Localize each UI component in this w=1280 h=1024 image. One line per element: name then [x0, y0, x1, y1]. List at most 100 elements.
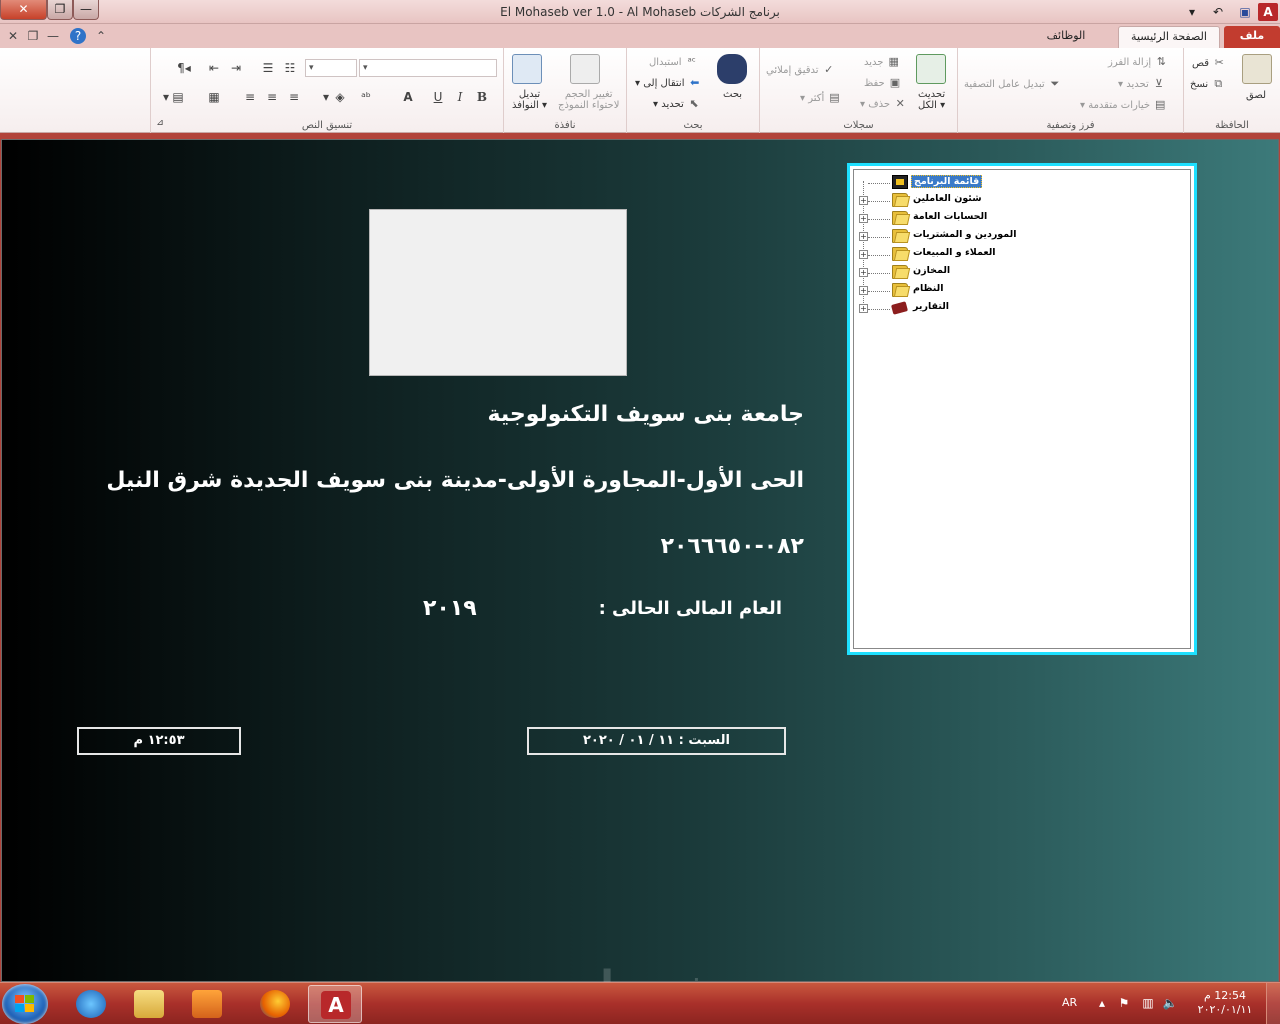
- bullet-list-icon[interactable]: ☷: [281, 59, 299, 77]
- restore-db-icon[interactable]: ❐: [24, 28, 42, 44]
- ribbon-collapse-icon[interactable]: ⌃: [92, 28, 110, 44]
- system-clock[interactable]: 12:54 م ٢٠٢٠/٠١/١١: [1195, 989, 1255, 1017]
- alternate-row-icon[interactable]: ▤: [169, 88, 187, 106]
- tree-item[interactable]: + العملاء و المبيعات: [854, 246, 1184, 264]
- tree-item[interactable]: + المخازن: [854, 264, 1184, 282]
- refresh-all-button[interactable]: تحديث الكل ▾: [918, 89, 945, 111]
- access-app-icon[interactable]: A: [1258, 3, 1278, 21]
- help-icon[interactable]: ?: [70, 28, 86, 44]
- network-icon[interactable]: ▥: [1140, 995, 1156, 1011]
- navigation-tree[interactable]: قائمة البرنامج + شئون العاملين + الحسابات ال…: [853, 169, 1191, 649]
- main-form: قائمة البرنامج + شئون العاملين + الحسابات ال…: [1, 139, 1279, 982]
- taskbar-firefox[interactable]: [248, 985, 302, 1023]
- delete-record-button[interactable]: ▾ حذف ✕: [860, 97, 907, 111]
- tree-connector: [868, 201, 890, 202]
- group-label: بحث: [683, 120, 703, 131]
- font-name-combo[interactable]: ▾: [359, 59, 497, 77]
- bold-icon[interactable]: B: [473, 88, 491, 106]
- show-desktop-button[interactable]: [1266, 983, 1280, 1024]
- save-icon[interactable]: ▣: [1236, 3, 1254, 21]
- increase-indent-icon[interactable]: ⇥: [227, 59, 245, 77]
- access-icon: A: [321, 991, 351, 1019]
- selection-filter-icon: ⊻: [1154, 77, 1163, 90]
- switch-windows-button[interactable]: تبديل النوافذ ▾: [512, 89, 547, 111]
- tree-item[interactable]: + النظام: [854, 282, 1184, 300]
- expand-icon[interactable]: +: [859, 232, 868, 241]
- new-record-icon: ▦: [888, 55, 899, 68]
- action-center-icon[interactable]: ⚑: [1116, 995, 1132, 1011]
- new-record-button[interactable]: جديد ▦: [864, 55, 901, 69]
- highlight-icon[interactable]: ᵃᵇ: [357, 88, 375, 106]
- tray-expand-icon[interactable]: ▴: [1094, 995, 1110, 1011]
- tree-item-label: المخازن: [913, 265, 951, 276]
- internet-explorer-icon: [76, 990, 106, 1018]
- app-icon: [892, 175, 908, 189]
- numbered-list-icon[interactable]: ☰: [259, 59, 277, 77]
- tree-item-label: التقارير: [913, 301, 950, 312]
- minimize-db-icon[interactable]: —: [44, 28, 62, 44]
- goto-button[interactable]: ▾ انتقال إلى ⬅: [635, 76, 702, 90]
- taskbar-explorer[interactable]: [122, 985, 176, 1023]
- volume-icon[interactable]: 🔈: [1162, 995, 1178, 1011]
- clock-date: ٢٠٢٠/٠١/١١: [1197, 1003, 1253, 1016]
- font-size-combo[interactable]: ▾: [305, 59, 357, 77]
- expand-icon[interactable]: +: [859, 250, 868, 259]
- copy-button[interactable]: نسخ ⧉: [1190, 77, 1225, 91]
- delete-icon: ✕: [895, 97, 905, 110]
- expand-icon[interactable]: +: [859, 214, 868, 223]
- paint-bucket-icon[interactable]: ◈: [331, 88, 349, 106]
- close-db-icon[interactable]: ✕: [4, 28, 22, 44]
- taskbar-ie[interactable]: [64, 985, 118, 1023]
- gridlines-icon[interactable]: ▦: [205, 88, 223, 106]
- tree-item[interactable]: + الحسابات العامة: [854, 210, 1184, 228]
- tab-home[interactable]: الصفحة الرئيسية: [1118, 26, 1220, 48]
- logo-image-placeholder: [369, 209, 627, 376]
- size-to-fit-button[interactable]: تغيير الحجم لاحتواء النموذج: [558, 89, 619, 111]
- decrease-indent-icon[interactable]: ⇤: [205, 59, 223, 77]
- undo-icon[interactable]: ↶: [1209, 3, 1227, 21]
- tree-connector: [868, 237, 890, 238]
- cut-button[interactable]: قص ✂: [1192, 56, 1226, 70]
- align-left-icon[interactable]: ≡: [285, 88, 303, 106]
- italic-icon[interactable]: I: [451, 88, 469, 106]
- remove-sort-button[interactable]: إزالة الفرز ⇅: [1108, 55, 1168, 69]
- align-center-icon[interactable]: ≡: [263, 88, 281, 106]
- expand-icon[interactable]: +: [859, 196, 868, 205]
- font-color-icon[interactable]: A: [399, 88, 417, 106]
- rtl-icon[interactable]: ¶◂: [175, 59, 193, 77]
- underline-icon[interactable]: U: [429, 88, 447, 106]
- align-right-icon[interactable]: ≡: [241, 88, 259, 106]
- remove-sort-icon: ⇅: [1156, 55, 1166, 68]
- title-bar: ✕ ❐ — El Mohaseb ver 1.0 - Al Mohaseb بر…: [0, 0, 1280, 24]
- language-indicator[interactable]: AR: [1062, 996, 1077, 1009]
- tab-addins[interactable]: الوظائف الإضافية: [1018, 26, 1114, 62]
- replace-button[interactable]: استبدال ᵃᶜ: [649, 55, 699, 69]
- expand-icon[interactable]: +: [859, 268, 868, 277]
- qat-customize-icon[interactable]: ▾: [1183, 3, 1201, 21]
- tree-item[interactable]: قائمة البرنامج: [854, 174, 1184, 192]
- taskbar-access[interactable]: A: [308, 985, 362, 1023]
- advanced-button[interactable]: ▾ خيارات متقدمة ▤: [1080, 98, 1167, 112]
- group-find: بحث استبدال ᵃᶜ ▾ انتقال إلى ⬅ ▾ تحديد ⬉ …: [626, 48, 759, 133]
- toggle-filter-button[interactable]: تبديل عامل التصفية ⏷: [964, 77, 1062, 91]
- advanced-filter-icon: ▤: [1155, 98, 1166, 111]
- paste-button[interactable]: لصق: [1246, 90, 1266, 101]
- tab-file[interactable]: ملف: [1224, 26, 1280, 48]
- expand-icon[interactable]: +: [859, 286, 868, 295]
- find-button[interactable]: بحث: [723, 89, 742, 100]
- start-button[interactable]: [2, 984, 48, 1024]
- select-button[interactable]: ▾ تحديد ⬉: [653, 97, 701, 111]
- save-record-button[interactable]: حفظ ▣: [864, 76, 902, 90]
- more-button[interactable]: ▾ أكثر ▤: [800, 91, 841, 105]
- tree-item[interactable]: + التقارير: [854, 300, 1184, 318]
- refresh-all-icon: [916, 54, 946, 84]
- selection-button[interactable]: ▾ تحديد ⊻: [1118, 77, 1166, 91]
- spelling-button[interactable]: تدقيق إملائي ✓: [766, 63, 836, 77]
- taskbar-media-player[interactable]: [180, 985, 234, 1023]
- binoculars-icon: [717, 54, 747, 84]
- save-record-icon: ▣: [889, 76, 901, 89]
- expand-icon[interactable]: +: [859, 304, 868, 313]
- tree-item[interactable]: + شئون العاملين: [854, 192, 1184, 210]
- tree-panel: قائمة البرنامج + شئون العاملين + الحسابات ال…: [847, 163, 1197, 655]
- tree-item[interactable]: + الموردين و المشتريات: [854, 228, 1184, 246]
